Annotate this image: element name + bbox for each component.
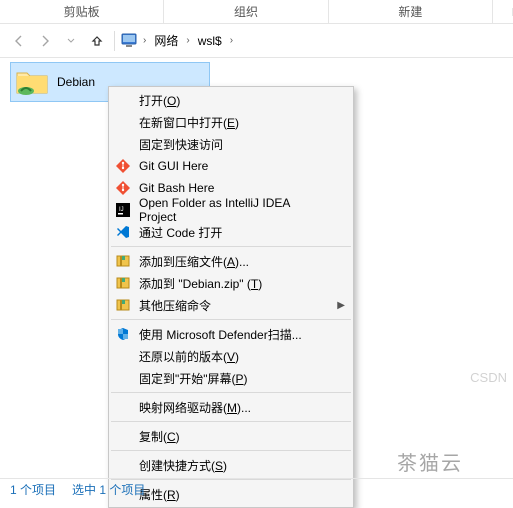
ribbon-tab-extra[interactable] [493,8,513,16]
menu-item[interactable]: 打开(O) [109,89,353,111]
up-button[interactable] [86,30,108,52]
breadcrumb-wsl[interactable]: wsl$ [194,34,226,48]
folder-label: Debian [57,75,95,89]
watermark-csdn: CSDN [470,370,507,385]
chevron-right-icon: › [143,35,146,46]
menu-item-label: 通过 Code 打开 [139,224,222,241]
zip-icon [115,297,131,313]
pc-icon[interactable] [121,33,139,49]
status-count: 1 个项目 [10,481,56,498]
menu-separator [111,392,351,393]
ribbon-tabs: 剪贴板 组织 新建 [0,0,513,24]
menu-item-label: 复制(C) [139,428,180,445]
menu-item[interactable]: 其他压缩命令 ▶ [109,294,353,316]
menu-item-label: Open Folder as IntelliJ IDEA Project [139,196,329,224]
menu-item-label: 添加到压缩文件(A)... [139,253,249,270]
status-bar: 1 个项目 选中 1 个项目 [0,478,513,500]
menu-separator [111,246,351,247]
menu-item-label: 创建快捷方式(S) [139,457,227,474]
menu-item-label: 固定到"开始"屏幕(P) [139,370,248,387]
menu-separator [111,450,351,451]
ij-icon: IJ [115,202,131,218]
chevron-right-icon: › [186,35,189,46]
forward-button[interactable] [34,30,56,52]
status-selected: 选中 1 个项目 [72,481,145,498]
menu-item[interactable]: Git GUI Here [109,155,353,177]
zip-icon [115,253,131,269]
defender-icon [115,326,131,342]
menu-item[interactable]: 添加到 "Debian.zip" (T) [109,272,353,294]
recent-dropdown[interactable] [60,30,82,52]
menu-item[interactable]: 复制(C) [109,425,353,447]
menu-item-label: 其他压缩命令 [139,297,211,314]
menu-item-label: 还原以前的版本(V) [139,348,239,365]
chevron-right-icon: ▶ [337,300,345,311]
git-icon [115,158,131,174]
menu-item-label: 打开(O) [139,92,180,109]
watermark-brand: 茶猫云 [397,447,463,476]
git-icon [115,180,131,196]
menu-item[interactable]: 在新窗口中打开(E) [109,111,353,133]
menu-separator [111,319,351,320]
menu-item[interactable]: 通过 Code 打开 [109,221,353,243]
menu-item-label: 添加到 "Debian.zip" (T) [139,275,262,292]
ribbon-tab-new[interactable]: 新建 [329,0,493,24]
network-folder-icon [15,67,49,97]
menu-item[interactable]: 固定到"开始"屏幕(P) [109,367,353,389]
menu-item-label: 固定到快速访问 [139,136,223,153]
vscode-icon [115,224,131,240]
menu-item-label: Git Bash Here [139,181,214,195]
menu-item-label: 使用 Microsoft Defender扫描... [139,326,302,343]
chevron-right-icon: › [230,35,233,46]
menu-item[interactable]: 固定到快速访问 [109,133,353,155]
menu-item-label: 映射网络驱动器(M)... [139,399,251,416]
menu-separator [111,421,351,422]
ribbon-tab-clipboard[interactable]: 剪贴板 [0,0,164,24]
menu-item[interactable]: 映射网络驱动器(M)... [109,396,353,418]
zip-icon [115,275,131,291]
back-button[interactable] [8,30,30,52]
menu-item[interactable]: 还原以前的版本(V) [109,345,353,367]
ribbon-tab-organize[interactable]: 组织 [164,0,328,24]
svg-text:IJ: IJ [119,207,124,213]
context-menu: 打开(O) 在新窗口中打开(E) 固定到快速访问 Git GUI Here Git Ba… [108,86,354,508]
menu-item-label: 在新窗口中打开(E) [139,114,239,131]
menu-item[interactable]: 使用 Microsoft Defender扫描... [109,323,353,345]
menu-item[interactable]: 创建快捷方式(S) [109,454,353,476]
navigation-bar: › 网络 › wsl$ › [0,24,513,58]
menu-item-label: Git GUI Here [139,159,208,173]
menu-item[interactable]: IJ Open Folder as IntelliJ IDEA Project [109,199,353,221]
menu-item[interactable]: 添加到压缩文件(A)... [109,250,353,272]
breadcrumb-network[interactable]: 网络 [150,32,182,49]
